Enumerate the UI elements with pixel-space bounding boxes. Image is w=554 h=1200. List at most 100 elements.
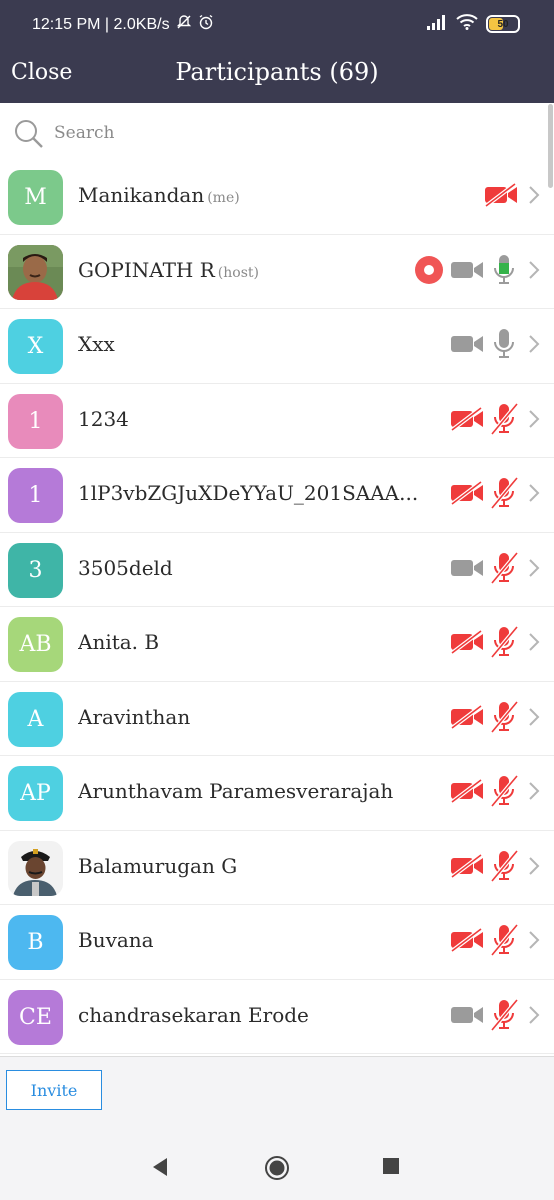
participant-row[interactable]: X Xxx bbox=[0, 309, 554, 384]
participant-name: Xxx bbox=[78, 332, 115, 356]
participant-name: Aravinthan bbox=[78, 705, 190, 729]
participant-name-text: chandrasekaran Erode bbox=[78, 1002, 309, 1027]
participant-row[interactable]: 3 3505deld bbox=[0, 533, 554, 607]
chevron-right-icon[interactable] bbox=[528, 930, 540, 954]
participant-status-icons bbox=[450, 700, 540, 737]
mic-off-icon bbox=[490, 998, 519, 1035]
participant-name-text: Arunthavam Paramesverarajah bbox=[78, 779, 394, 803]
recording-icon bbox=[414, 255, 444, 289]
signal-icon bbox=[426, 14, 448, 34]
search-input[interactable] bbox=[52, 115, 526, 151]
avatar: M bbox=[8, 170, 63, 225]
participant-name: Buvana bbox=[78, 928, 154, 952]
chevron-right-icon[interactable] bbox=[528, 483, 540, 507]
close-button[interactable]: Close bbox=[11, 60, 72, 85]
video-icon bbox=[450, 258, 484, 286]
chevron-right-icon[interactable] bbox=[528, 409, 540, 433]
avatar-photo bbox=[8, 244, 63, 300]
recents-icon[interactable] bbox=[383, 1158, 399, 1174]
avatar-initials: M bbox=[24, 185, 47, 210]
avatar: AP bbox=[8, 766, 63, 821]
participant-row[interactable]: GOPINATH R (host) bbox=[0, 235, 554, 309]
avatar-initials: X bbox=[27, 334, 44, 359]
invite-button[interactable]: Invite bbox=[6, 1070, 102, 1110]
chevron-right-icon[interactable] bbox=[528, 856, 540, 880]
participant-status-icons bbox=[484, 180, 540, 214]
participant-name: chandrasekaran Erode bbox=[78, 1003, 309, 1027]
chevron-right-icon[interactable] bbox=[528, 1005, 540, 1029]
status-indicators: 50 bbox=[426, 14, 520, 34]
mic-off-icon bbox=[490, 849, 519, 886]
participant-name: GOPINATH R (host) bbox=[78, 258, 259, 282]
mic-off-icon bbox=[490, 476, 519, 513]
avatar: B bbox=[8, 915, 63, 970]
participant-role-tag: (me) bbox=[207, 190, 240, 206]
wifi-icon bbox=[456, 14, 478, 34]
back-icon[interactable] bbox=[150, 1156, 170, 1182]
participant-status-icons bbox=[450, 329, 540, 363]
participant-row[interactable]: 1 1lP3vbZGJuXDeYYaU_201SAAA... bbox=[0, 458, 554, 533]
chevron-right-icon[interactable] bbox=[528, 707, 540, 731]
participant-name-text: 1lP3vbZGJuXDeYYaU_201SAAA... bbox=[78, 481, 419, 505]
participant-row[interactable]: B Buvana bbox=[0, 905, 554, 980]
participant-name-text: Xxx bbox=[78, 332, 115, 356]
participant-role-tag: (host) bbox=[217, 264, 259, 281]
participant-name: 1234 bbox=[78, 407, 129, 431]
avatar-initials: 1 bbox=[28, 483, 43, 508]
participant-row[interactable]: AB Anita. B bbox=[0, 607, 554, 682]
mic-off-icon bbox=[490, 700, 519, 737]
battery-icon: 50 bbox=[486, 15, 520, 33]
avatar: X bbox=[8, 319, 63, 374]
avatar: A bbox=[8, 691, 63, 747]
participant-status-icons bbox=[450, 774, 540, 811]
participant-row[interactable]: 1 1234 bbox=[0, 384, 554, 458]
participant-name-text: Aravinthan bbox=[78, 704, 191, 729]
participant-name-text: Balamurugan G bbox=[78, 853, 238, 878]
participant-name-text: Buvana bbox=[78, 928, 154, 952]
participant-status-icons bbox=[450, 476, 540, 513]
avatar-initials: 3 bbox=[28, 557, 43, 583]
bell-off-icon bbox=[176, 14, 192, 35]
top-app-bar: Close Participants (69) bbox=[0, 48, 554, 103]
search-bar bbox=[0, 103, 554, 161]
status-info: 12:15 PM | 2.0KB/s bbox=[32, 14, 214, 35]
avatar: 3 bbox=[8, 542, 63, 598]
scrollbar[interactable] bbox=[548, 104, 553, 188]
participant-row[interactable]: M Manikandan (me) bbox=[0, 160, 554, 235]
participant-row[interactable]: A Aravinthan bbox=[0, 682, 554, 756]
avatar-initials: A bbox=[27, 706, 44, 732]
avatar-initials: AP bbox=[20, 781, 51, 806]
video-off-icon bbox=[450, 778, 484, 807]
home-icon[interactable] bbox=[264, 1155, 290, 1185]
system-nav-bar bbox=[0, 1134, 554, 1200]
chevron-right-icon[interactable] bbox=[528, 558, 540, 582]
video-off-icon bbox=[450, 703, 484, 733]
mic-off-icon bbox=[490, 774, 519, 811]
battery-level: 50 bbox=[497, 18, 509, 30]
video-off-icon bbox=[484, 182, 518, 211]
avatar-photo bbox=[8, 840, 63, 896]
participant-name: Anita. B bbox=[78, 630, 159, 654]
mic-off-icon bbox=[490, 923, 519, 960]
participant-status-icons bbox=[450, 402, 540, 438]
chevron-right-icon[interactable] bbox=[528, 632, 540, 656]
mic-icon bbox=[490, 254, 518, 290]
chevron-right-icon[interactable] bbox=[528, 334, 540, 358]
avatar: 1 bbox=[8, 468, 63, 523]
avatar: AB bbox=[8, 617, 63, 672]
participant-row[interactable]: CE chandrasekaran Erode bbox=[0, 980, 554, 1054]
mic-off-icon bbox=[490, 551, 519, 588]
search-icon bbox=[13, 118, 45, 154]
participant-status-icons bbox=[450, 625, 540, 662]
avatar-initials: AB bbox=[19, 632, 52, 657]
status-bar: 12:15 PM | 2.0KB/s 50 bbox=[0, 0, 554, 48]
chevron-right-icon[interactable] bbox=[528, 260, 540, 284]
chevron-right-icon[interactable] bbox=[528, 185, 540, 209]
mic-off-icon bbox=[490, 625, 519, 662]
video-off-icon bbox=[450, 852, 484, 882]
participant-row[interactable]: AP Arunthavam Paramesverarajah bbox=[0, 756, 554, 831]
chevron-right-icon[interactable] bbox=[528, 781, 540, 805]
avatar-initials: CE bbox=[19, 1004, 52, 1030]
avatar: 1 bbox=[8, 393, 63, 449]
participant-row[interactable]: Balamurugan G bbox=[0, 831, 554, 905]
